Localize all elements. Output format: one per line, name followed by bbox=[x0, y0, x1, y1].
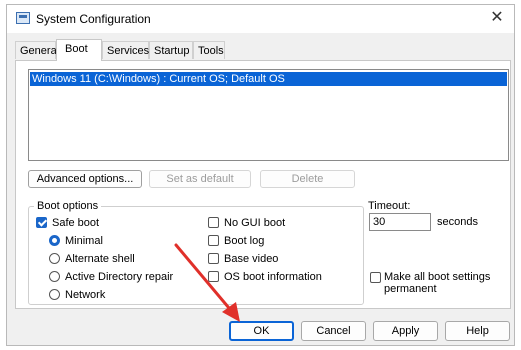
checkbox-icon bbox=[208, 235, 219, 246]
set-as-default-button[interactable]: Set as default bbox=[149, 170, 251, 188]
tab-boot[interactable]: Boot bbox=[56, 39, 102, 61]
boot-tab-panel: Windows 11 (C:\Windows) : Current OS; De… bbox=[15, 60, 511, 309]
base-video-label: Base video bbox=[224, 253, 279, 265]
active-directory-repair-label: Active Directory repair bbox=[65, 271, 174, 283]
tab-startup[interactable]: Startup bbox=[149, 41, 193, 59]
boot-log-label: Boot log bbox=[224, 235, 265, 247]
timeout-input[interactable]: 30 bbox=[369, 213, 431, 231]
checkbox-icon bbox=[208, 217, 219, 228]
checkbox-icon bbox=[208, 253, 219, 264]
apply-button[interactable]: Apply bbox=[373, 321, 438, 341]
make-permanent-label-2: permanent bbox=[384, 283, 437, 295]
minimal-label: Minimal bbox=[65, 235, 103, 247]
checkbox-icon bbox=[370, 272, 381, 283]
title-bar: System Configuration ✕ bbox=[7, 5, 514, 33]
cancel-button[interactable]: Cancel bbox=[301, 321, 366, 341]
alternate-shell-label: Alternate shell bbox=[65, 253, 135, 265]
os-list[interactable]: Windows 11 (C:\Windows) : Current OS; De… bbox=[28, 69, 509, 161]
boot-options-group: Boot options Safe boot Minimal Alternate… bbox=[28, 200, 364, 305]
checkbox-icon bbox=[208, 271, 219, 282]
close-icon[interactable]: ✕ bbox=[480, 5, 514, 33]
ok-button[interactable]: OK bbox=[229, 321, 294, 341]
no-gui-boot-label: No GUI boot bbox=[224, 217, 286, 229]
radio-icon bbox=[49, 289, 60, 300]
radio-icon bbox=[49, 271, 60, 282]
timeout-unit: seconds bbox=[437, 216, 478, 228]
timeout-label: Timeout: bbox=[368, 200, 411, 212]
radio-icon bbox=[49, 253, 60, 264]
system-configuration-window: System Configuration ✕ General Boot Serv… bbox=[6, 4, 515, 346]
help-button[interactable]: Help bbox=[445, 321, 510, 341]
tab-tools[interactable]: Tools bbox=[193, 41, 225, 59]
delete-button[interactable]: Delete bbox=[260, 170, 355, 188]
boot-options-label: Boot options bbox=[34, 200, 102, 212]
msconfig-icon bbox=[16, 12, 30, 24]
os-list-item[interactable]: Windows 11 (C:\Windows) : Current OS; De… bbox=[30, 72, 507, 86]
radio-selected-icon bbox=[49, 235, 60, 246]
tab-general[interactable]: General bbox=[15, 41, 59, 59]
os-boot-information-label: OS boot information bbox=[224, 271, 322, 283]
tab-services[interactable]: Services bbox=[102, 41, 149, 59]
safe-boot-label: Safe boot bbox=[52, 217, 100, 229]
advanced-options-button[interactable]: Advanced options... bbox=[28, 170, 142, 188]
window-title: System Configuration bbox=[36, 12, 151, 26]
network-label: Network bbox=[65, 289, 106, 301]
checkbox-checked-icon bbox=[36, 217, 47, 228]
